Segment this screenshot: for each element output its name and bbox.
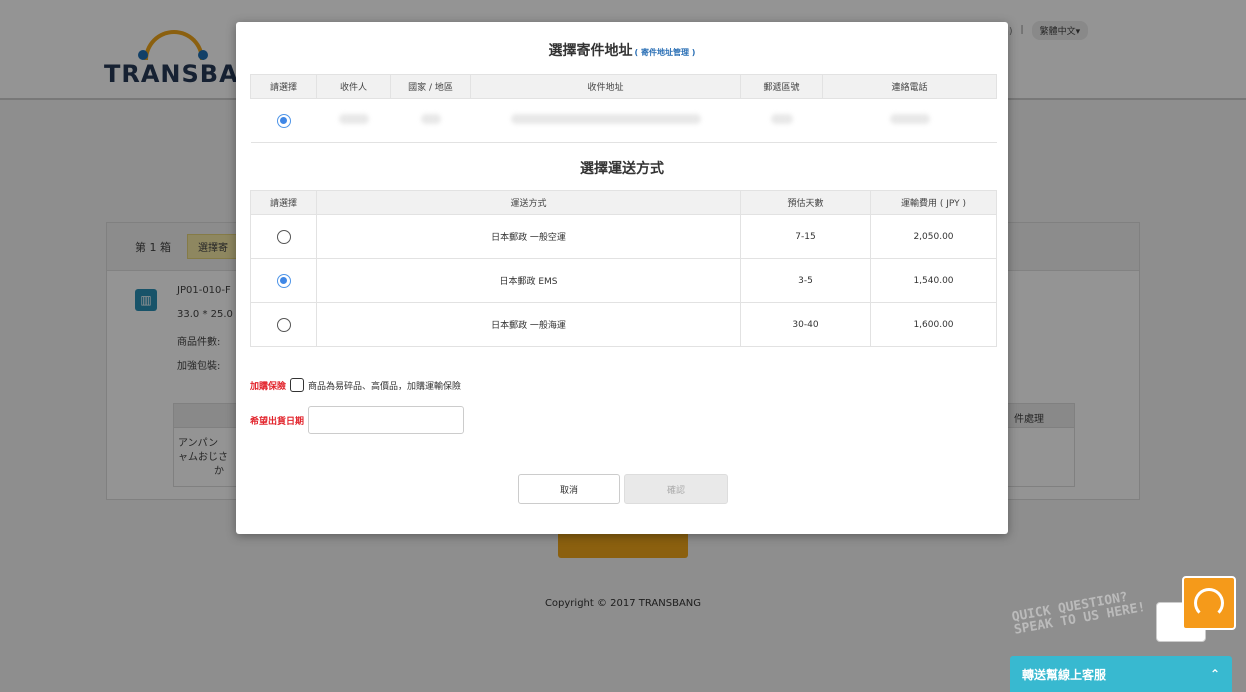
address-radio[interactable] [276,113,291,128]
method-cell: 日本郵政 EMS [316,258,741,303]
address-radio-cell[interactable] [250,98,317,143]
days-cell: 7-15 [740,214,871,259]
shipping-radio-cell[interactable] [250,302,317,347]
col-days: 預估天數 [740,190,871,215]
shipping-section-title: 選擇運送方式 [580,161,664,177]
confirm-button[interactable]: 確認 [624,474,728,504]
col-postal: 郵遞區號 [740,74,823,99]
insurance-checkbox[interactable] [290,378,305,392]
col-select: 請選擇 [250,74,317,99]
table-row[interactable]: 日本郵政 一般海運 30-40 1,600.00 [250,302,997,347]
chevron-up-icon[interactable]: ⌃ [1210,667,1220,681]
redacted-text [338,114,369,124]
col-select: 請選擇 [250,190,317,215]
redacted-text [889,114,930,124]
shipping-radio-sea[interactable] [276,317,291,332]
ship-date-input[interactable] [308,406,465,434]
ship-date-row: 希望出貨日期 [250,406,465,434]
address-section-title: 選擇寄件地址( 寄件地址管理 ) [236,40,1008,60]
shipping-radio-air[interactable] [276,229,291,244]
redacted-text [770,114,793,124]
address-table-header: 請選擇 收件人 國家 / 地區 收件地址 郵遞區號 連絡電話 [250,74,997,99]
address-table: 請選擇 收件人 國家 / 地區 收件地址 郵遞區號 連絡電話 [250,74,997,143]
col-method: 運送方式 [316,190,741,215]
live-chat-bar[interactable]: 轉送幫線上客服 ⌃ [1010,656,1232,692]
col-country: 國家 / 地區 [390,74,471,99]
shipping-table-header: 請選擇 運送方式 預估天數 運輸費用 ( JPY ) [250,190,997,215]
table-row[interactable]: 日本郵政 一般空運 7-15 2,050.00 [250,214,997,259]
method-cell: 日本郵政 一般海運 [316,302,741,347]
insurance-row: 加購保險 商品為易碎品、高價品，加購運輸保險 [250,378,461,392]
col-address: 收件地址 [470,74,741,99]
recipient-cell [316,98,391,143]
col-recipient: 收件人 [316,74,391,99]
insurance-description[interactable]: 商品為易碎品、高價品，加購運輸保險 [308,379,461,392]
redacted-text [420,114,441,124]
shipping-modal: 選擇寄件地址( 寄件地址管理 ) 請選擇 收件人 國家 / 地區 收件地址 郵遞… [236,22,1008,534]
cancel-button[interactable]: 取消 [518,474,620,504]
table-row[interactable] [250,98,997,143]
postal-cell [740,98,823,143]
table-row[interactable]: 日本郵政 EMS 3-5 1,540.00 [250,258,997,303]
address-cell [470,98,741,143]
manage-addresses-link[interactable]: ( 寄件地址管理 ) [635,48,696,57]
shipping-radio-ems[interactable] [276,273,291,288]
method-cell: 日本郵政 一般空運 [316,214,741,259]
insurance-label: 加購保險 [250,381,287,392]
address-title-text: 選擇寄件地址 [548,43,633,59]
ship-date-label: 希望出貨日期 [250,416,305,427]
shipping-radio-cell[interactable] [250,258,317,303]
shipping-radio-cell[interactable] [250,214,317,259]
col-fee: 運輸費用 ( JPY ) [870,190,997,215]
headset-icon[interactable] [1182,576,1236,630]
shipping-table: 請選擇 運送方式 預估天數 運輸費用 ( JPY ) 日本郵政 一般空運 7-1… [250,190,997,347]
days-cell: 3-5 [740,258,871,303]
fee-cell: 2,050.00 [870,214,997,259]
live-chat-label: 轉送幫線上客服 [1022,667,1107,682]
days-cell: 30-40 [740,302,871,347]
redacted-text [510,114,701,124]
fee-cell: 1,540.00 [870,258,997,303]
country-cell [390,98,471,143]
fee-cell: 1,600.00 [870,302,997,347]
phone-cell [822,98,997,143]
col-phone: 連絡電話 [822,74,997,99]
